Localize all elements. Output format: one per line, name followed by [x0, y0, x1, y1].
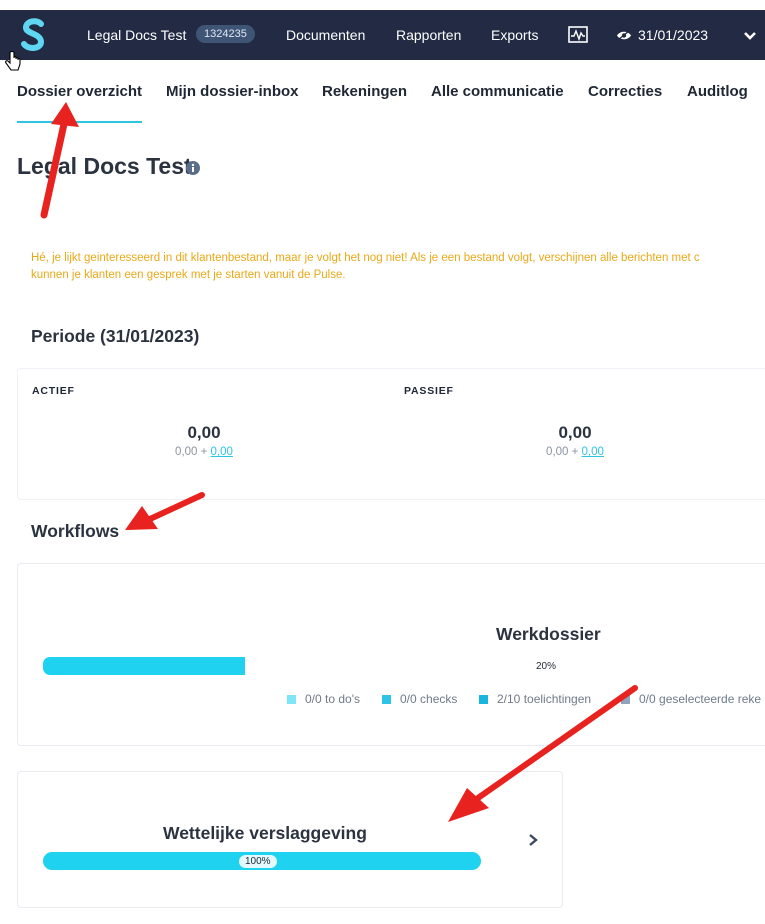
info-icon[interactable]: [186, 161, 200, 175]
pulse-icon[interactable]: [568, 26, 588, 43]
annotation-arrow-workflows-head: [125, 506, 158, 530]
tab-mijn-dossier-inbox[interactable]: Mijn dossier-inbox: [166, 83, 299, 100]
notice-line-2: kunnen je klanten een gesprek met je sta…: [31, 269, 346, 281]
workflow-progress-label: 20%: [536, 661, 557, 672]
page-title: Legal Docs Test: [17, 153, 192, 179]
page: Legal Docs Test 1324235 Documenten Rappo…: [0, 0, 765, 924]
period-title: Periode (31/01/2023): [31, 326, 200, 346]
workflow-progress-bar: [43, 657, 245, 675]
tab-auditlog[interactable]: Auditlog: [687, 83, 748, 100]
client-id-badge: 1324235: [196, 25, 255, 43]
notice-line-1: Hé, je lijkt geinteresseerd in dit klant…: [31, 252, 700, 264]
app-logo-icon[interactable]: [18, 16, 48, 54]
legend-rekeningen-label: 0/0 geselecteerde reke: [639, 692, 762, 706]
tab-dossier-overzicht[interactable]: Dossier overzicht: [17, 83, 142, 100]
workflow-card-wettelijke-verslaggeving[interactable]: Wettelijke verslaggeving 100%: [17, 771, 563, 908]
passief-label: PASSIEF: [404, 385, 454, 397]
workflows-title: Workflows: [31, 521, 120, 541]
period-date[interactable]: 31/01/2023: [638, 27, 708, 43]
actief-breakdown-base: 0,00 +: [175, 446, 211, 458]
eye-icon: [617, 30, 631, 41]
tab-correcties[interactable]: Correcties: [588, 83, 662, 100]
legend-todos: 0/0 to do's: [287, 692, 360, 706]
legend-square-icon: [621, 695, 630, 704]
legend-square-icon: [382, 695, 391, 704]
workflow-name: Wettelijke verslaggeving: [163, 823, 367, 843]
legend-toelichtingen: 2/10 toelichtingen: [479, 692, 591, 706]
legend-square-icon: [479, 695, 488, 704]
passief-breakdown: 0,00 + 0,00: [515, 446, 635, 458]
actief-value: 0,00: [187, 423, 221, 442]
workflow-card-werkdossier[interactable]: Werkdossier 20% 0/0 to do's 0/0 checks 2…: [17, 563, 765, 746]
legend-toelichtingen-label: 2/10 toelichtingen: [497, 692, 592, 706]
tab-rekeningen[interactable]: Rekeningen: [322, 83, 407, 100]
nav-exports[interactable]: Exports: [491, 27, 538, 43]
period-card: ACTIEF PASSIEF 0,00 0,00 + 0,00 0,00 0,0…: [17, 368, 765, 500]
workflow-name: Werkdossier: [496, 624, 601, 644]
nav-rapporten[interactable]: Rapporten: [396, 27, 461, 43]
legend-checks: 0/0 checks: [382, 692, 457, 706]
nav-documenten[interactable]: Documenten: [286, 27, 365, 43]
follow-notice: Hé, je lijkt geinteresseerd in dit klant…: [31, 250, 765, 284]
passief-breakdown-base: 0,00 +: [546, 446, 582, 458]
active-tab-indicator: [17, 121, 142, 123]
tab-alle-communicatie[interactable]: Alle communicatie: [431, 83, 564, 100]
passief-value: 0,00: [558, 423, 592, 442]
tab-bar: Dossier overzicht Mijn dossier-inbox Rek…: [0, 60, 765, 124]
chevron-right-icon[interactable]: [528, 833, 538, 847]
legend-rekeningen: 0/0 geselecteerde reke: [621, 692, 761, 706]
legend-checks-label: 0/0 checks: [400, 692, 458, 706]
actief-breakdown-link[interactable]: 0,00: [211, 446, 233, 458]
legend-todos-label: 0/0 to do's: [305, 692, 360, 706]
workflow-progress-label: 100%: [239, 855, 277, 868]
actief-breakdown: 0,00 + 0,00: [144, 446, 264, 458]
client-name[interactable]: Legal Docs Test: [87, 27, 186, 43]
top-navbar: Legal Docs Test 1324235 Documenten Rappo…: [0, 0, 765, 60]
chevron-down-icon[interactable]: [743, 31, 757, 41]
legend-square-icon: [287, 695, 296, 704]
actief-label: ACTIEF: [32, 385, 75, 397]
passief-breakdown-link[interactable]: 0,00: [582, 446, 604, 458]
